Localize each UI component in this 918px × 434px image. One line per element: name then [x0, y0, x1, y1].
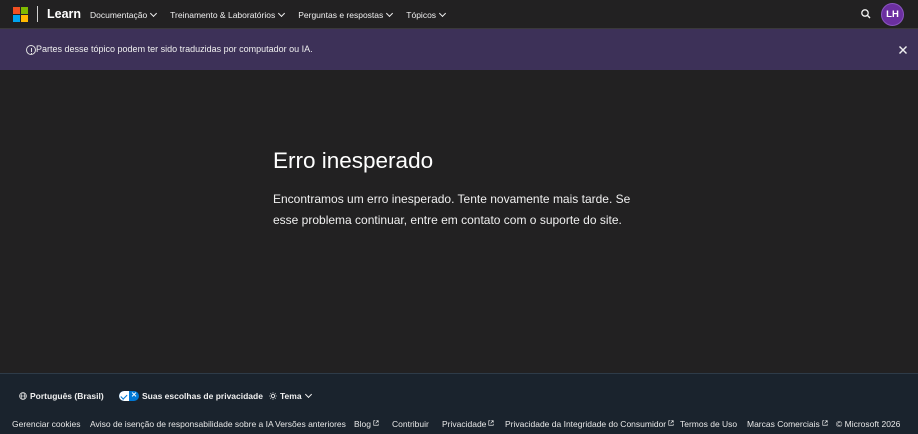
footer-links-row: Gerenciar cookies Aviso de isenção de re… [0, 419, 918, 431]
chevron-down-icon [304, 390, 312, 399]
footer-link-versoes-anteriores[interactable]: Versões anteriores [275, 419, 346, 429]
nav-item-label: Perguntas e respostas [298, 9, 384, 20]
footer-link-aviso-ia[interactable]: Aviso de isenção de responsabilidade sob… [90, 419, 274, 429]
footer-link-label: Versões anteriores [275, 419, 346, 429]
info-icon [26, 45, 36, 55]
footer-link-marcas-comerciais[interactable]: Marcas Comerciais [747, 419, 828, 429]
footer-link-label: Aviso de isenção de responsabilidade sob… [90, 419, 274, 429]
footer-link-privacidade[interactable]: Privacidade [442, 419, 495, 429]
chevron-down-icon [386, 9, 394, 17]
search-icon[interactable] [859, 7, 873, 21]
language-label: Português (Brasil) [30, 391, 104, 401]
copyright-text: © Microsoft 2026 [836, 419, 901, 429]
footer-link-label: Privacidade da Integridade do Consumidor [505, 419, 667, 429]
footer-link-privacidade-consumidor[interactable]: Privacidade da Integridade do Consumidor [505, 419, 674, 429]
external-link-icon [822, 419, 828, 426]
translation-banner: Partes desse tópico podem ter sido tradu… [0, 29, 918, 70]
chevron-down-icon [439, 9, 447, 17]
footer-link-contribuir[interactable]: Contribuir [392, 419, 429, 429]
nav-item-label: Documentação [90, 9, 148, 20]
error-title: Erro inesperado [273, 148, 434, 173]
external-link-icon [488, 419, 495, 426]
sun-icon [269, 392, 277, 400]
banner-text: Partes desse tópico podem ter sido tradu… [36, 44, 313, 54]
footer-settings-row: Português (Brasil) ✕ Suas escolhas de pr… [0, 390, 918, 405]
footer-link-label: Termos de Uso [680, 419, 738, 429]
nav-item-topicos[interactable]: Tópicos [406, 9, 447, 20]
globe-icon [19, 392, 27, 400]
external-link-icon [373, 419, 379, 426]
privacy-toggle-icon: ✕ [119, 391, 139, 401]
top-header: Learn Documentação Treinamento & Laborat… [0, 0, 918, 29]
microsoft-logo[interactable] [13, 7, 28, 22]
privacy-choices-link[interactable]: ✕ Suas escolhas de privacidade [119, 391, 263, 401]
user-avatar[interactable]: LH [881, 3, 904, 26]
nav-item-perguntas[interactable]: Perguntas e respostas [298, 9, 394, 20]
footer-link-label: Contribuir [392, 419, 429, 429]
footer-link-label: Marcas Comerciais [747, 419, 820, 429]
footer-link-termos-de-uso[interactable]: Termos de Uso [680, 419, 737, 429]
page-footer: Português (Brasil) ✕ Suas escolhas de pr… [0, 373, 918, 434]
nav-item-documentacao[interactable]: Documentação [90, 9, 158, 20]
main-content: Erro inesperado Encontramos um erro ines… [0, 70, 918, 373]
nav-item-label: Tópicos [406, 9, 437, 20]
error-message: Encontramos um erro inesperado. Tente no… [273, 192, 631, 227]
footer-link-label: Gerenciar cookies [12, 419, 81, 429]
footer-link-gerenciar-cookies[interactable]: Gerenciar cookies [12, 419, 81, 429]
learn-brand-link[interactable]: Learn [47, 6, 81, 22]
external-link-icon [668, 419, 674, 426]
chevron-down-icon [278, 9, 286, 17]
privacy-label: Suas escolhas de privacidade [142, 391, 263, 401]
close-icon[interactable] [897, 43, 909, 55]
language-selector[interactable]: Português (Brasil) [19, 391, 104, 401]
footer-link-label: Blog [354, 419, 372, 429]
theme-label: Tema [280, 391, 302, 401]
main-nav: Documentação Treinamento & Laboratórios … [90, 0, 459, 29]
chevron-down-icon [150, 9, 158, 17]
theme-selector[interactable]: Tema [269, 390, 312, 401]
footer-link-label: Privacidade [442, 419, 487, 429]
header-divider [37, 6, 38, 22]
nav-item-label: Treinamento & Laboratórios [170, 9, 276, 20]
nav-item-treinamento[interactable]: Treinamento & Laboratórios [170, 9, 286, 20]
footer-link-blog[interactable]: Blog [354, 419, 379, 429]
